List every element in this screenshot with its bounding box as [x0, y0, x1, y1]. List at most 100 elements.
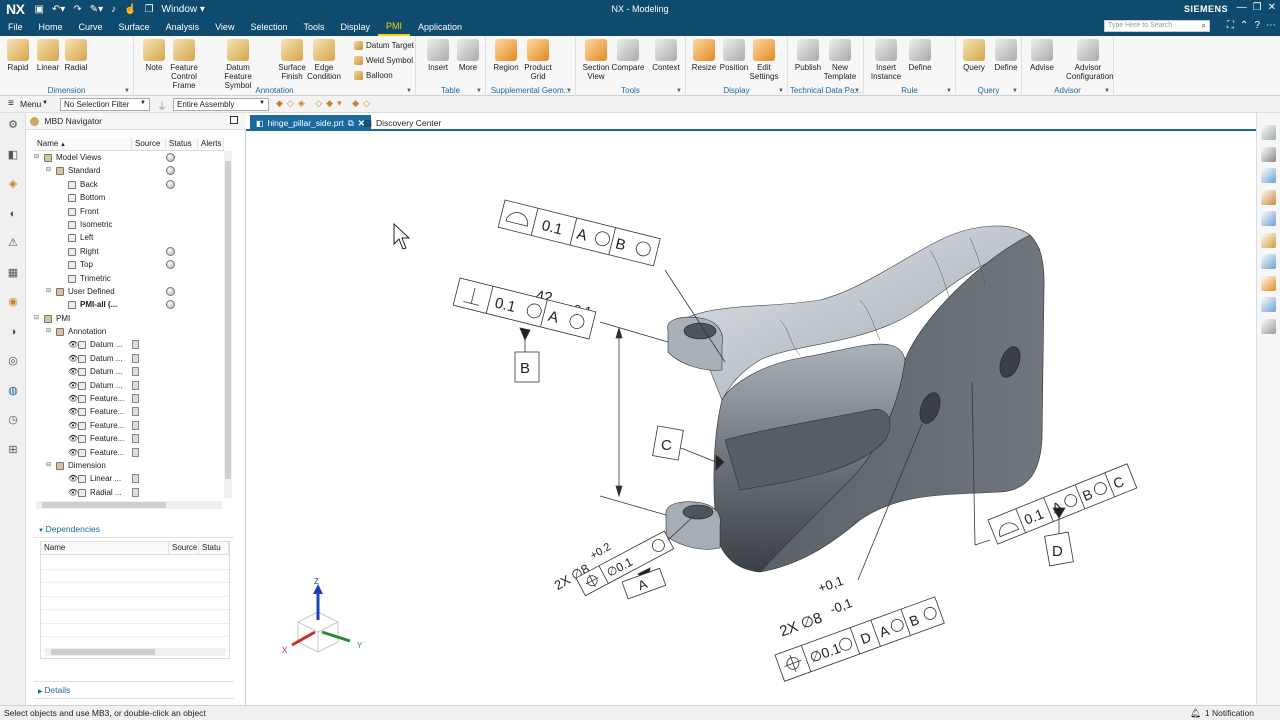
balloon-button[interactable]: Balloon	[354, 71, 393, 80]
tree-node[interactable]: Right	[34, 245, 234, 258]
menu-analysis[interactable]: Analysis	[158, 18, 208, 36]
collapse-node-icon[interactable]: ⊟	[34, 151, 39, 164]
zoom-icon[interactable]	[1261, 211, 1276, 226]
menu-view[interactable]: View	[207, 18, 242, 36]
tree-node[interactable]: 👁︎ Datum ...	[34, 352, 234, 365]
collapse-node-icon[interactable]: ⊟	[46, 164, 51, 177]
tree-node[interactable]: Bottom	[34, 191, 234, 204]
pin-icon[interactable]: ⧉	[348, 118, 354, 129]
advisor-configuration-button[interactable]: Advisor Configuration	[1066, 39, 1114, 81]
tree-node[interactable]: 👁︎ Feature...	[34, 392, 234, 405]
menu-tools[interactable]: Tools	[295, 18, 332, 36]
dependency-row[interactable]	[41, 624, 229, 637]
edit-settings-button[interactable]: Edit Settings	[742, 39, 786, 81]
copy-icon[interactable]: ❐	[145, 4, 154, 15]
dependency-row[interactable]	[41, 610, 229, 624]
window-menu[interactable]: Window ▾	[162, 4, 205, 15]
view-orient-icon[interactable]	[1261, 125, 1276, 140]
visibility-icon[interactable]: 👁︎	[68, 432, 78, 445]
pmi-navigator-icon[interactable]: ◉	[5, 294, 21, 310]
render-icon[interactable]	[1261, 297, 1276, 312]
collapse-node-icon[interactable]: ⊟	[46, 459, 51, 472]
shaded-icon[interactable]	[1261, 189, 1276, 205]
visibility-icon[interactable]: 👁︎	[68, 405, 78, 418]
tree-node[interactable]: ⊟ Model Views	[34, 151, 234, 164]
navigator-horizontal-scrollbar[interactable]	[36, 501, 222, 509]
roles-icon[interactable]: ⊞	[5, 442, 21, 458]
group-more-icon[interactable]: ▼	[1012, 88, 1018, 94]
tree-node[interactable]: Trimetric	[34, 272, 234, 285]
tree-node[interactable]: Top	[34, 258, 234, 271]
ribbon-options-icon[interactable]: ⋯	[1266, 20, 1276, 31]
column-source[interactable]: Source	[132, 138, 166, 150]
radial-button[interactable]: Radial	[54, 39, 98, 72]
minimize-icon[interactable]: —	[1237, 2, 1247, 13]
tree-node[interactable]: ⊟ User Defined	[34, 285, 234, 298]
tree-node[interactable]: 👁︎ Linear ...	[34, 472, 234, 485]
dependency-row[interactable]	[41, 556, 229, 570]
menu-file[interactable]: File	[0, 18, 31, 36]
tree-node[interactable]: 👁︎ Datum ...	[34, 365, 234, 378]
tree-node[interactable]: Isometric	[34, 218, 234, 231]
visibility-icon[interactable]: 👁︎	[68, 379, 78, 392]
display-part-icon[interactable]	[1261, 146, 1276, 162]
dependency-row[interactable]	[41, 597, 229, 610]
group-more-icon[interactable]: ▼	[676, 88, 682, 94]
menu-application[interactable]: Application	[410, 18, 470, 36]
dep-column-name[interactable]: Name	[41, 542, 169, 554]
selection-filter-dropdown[interactable]: No Selection Filter ▼	[60, 98, 150, 111]
settings-icon[interactable]: ⚙	[5, 117, 21, 133]
tree-node[interactable]: ⊟ Annotation	[34, 325, 234, 338]
tab-discovery-center[interactable]: ▤ Discovery Center	[358, 115, 447, 131]
view-triad[interactable]: Z X Y	[282, 577, 363, 655]
cube-icon[interactable]	[1261, 232, 1276, 248]
tree-node[interactable]: Front	[34, 205, 234, 218]
tree-node[interactable]: 👁︎ Feature...	[34, 419, 234, 432]
menu-button[interactable]: Menu	[20, 99, 41, 109]
tree-node[interactable]: 👁︎ Feature...	[34, 405, 234, 418]
snap-tools-icons[interactable]: ◆◇◈ ◇◆▾ ◆◇	[276, 98, 374, 109]
visibility-icon[interactable]: 👁︎	[68, 392, 78, 405]
part-navigator-icon[interactable]: ◐	[5, 206, 21, 222]
alert-icon[interactable]: ⚠	[5, 235, 21, 251]
save-icon[interactable]: ▣	[34, 4, 43, 15]
visibility-icon[interactable]: 👁︎	[68, 486, 78, 499]
spin-icon[interactable]	[1261, 168, 1276, 183]
mic-icon[interactable]: ♪	[111, 4, 116, 15]
menu-surface[interactable]: Surface	[111, 18, 158, 36]
notification-area[interactable]: 🔔︎ 1 Notification	[1190, 706, 1254, 720]
tree-node[interactable]: 👁︎ Feature...	[34, 432, 234, 445]
tree-node[interactable]: PMI-all (...	[34, 298, 234, 311]
fcf-profile-top[interactable]: 0.1 A B	[497, 199, 661, 267]
tree-node[interactable]: 👁︎ Datum ...	[34, 338, 234, 351]
dependency-row[interactable]	[41, 583, 229, 597]
advise-button[interactable]: Advise	[1020, 39, 1064, 72]
navigator-vertical-scrollbar[interactable]	[224, 151, 232, 498]
tree-node[interactable]: ⊟ PMI	[34, 312, 234, 325]
visibility-icon[interactable]: 👁︎	[68, 419, 78, 432]
visibility-icon[interactable]: 👁︎	[68, 446, 78, 459]
fcf-position-bottom[interactable]: ∅0.1 D A B	[774, 596, 945, 682]
visibility-icon[interactable]: 👁︎	[68, 338, 78, 351]
collapse-node-icon[interactable]: ⊟	[34, 312, 39, 325]
dep-column-source[interactable]: Source	[169, 542, 199, 554]
group-more-icon[interactable]: ▼	[566, 88, 572, 94]
pmi-info-icon[interactable]	[1261, 275, 1276, 291]
layers-icon[interactable]	[1261, 318, 1276, 334]
menu-selection[interactable]: Selection	[242, 18, 295, 36]
touch-icon[interactable]: ☝	[124, 4, 136, 15]
tree-node[interactable]: 👁︎ Datum ...	[34, 379, 234, 392]
history-icon[interactable]: ◷	[5, 412, 21, 428]
dependencies-horizontal-scrollbar[interactable]	[45, 648, 225, 656]
tree-node[interactable]: 👁︎ Feature...	[34, 446, 234, 459]
menu-pmi[interactable]: PMI	[378, 18, 411, 36]
group-more-icon[interactable]: ▼	[854, 88, 860, 94]
tree-node[interactable]: 👁︎ Radial ...	[34, 486, 234, 499]
help-icon[interactable]: ?	[1254, 20, 1260, 31]
redo-icon[interactable]: ↷	[73, 4, 81, 15]
selection-scope-dropdown[interactable]: Entire Assembly ▼	[173, 98, 269, 111]
datum-feature-symbol-button[interactable]: Datum Feature Symbol	[216, 39, 260, 90]
group-more-icon[interactable]: ▼	[124, 88, 130, 94]
tree-node[interactable]: Back	[34, 178, 234, 191]
search-icon[interactable]: ⌕	[1202, 21, 1206, 31]
